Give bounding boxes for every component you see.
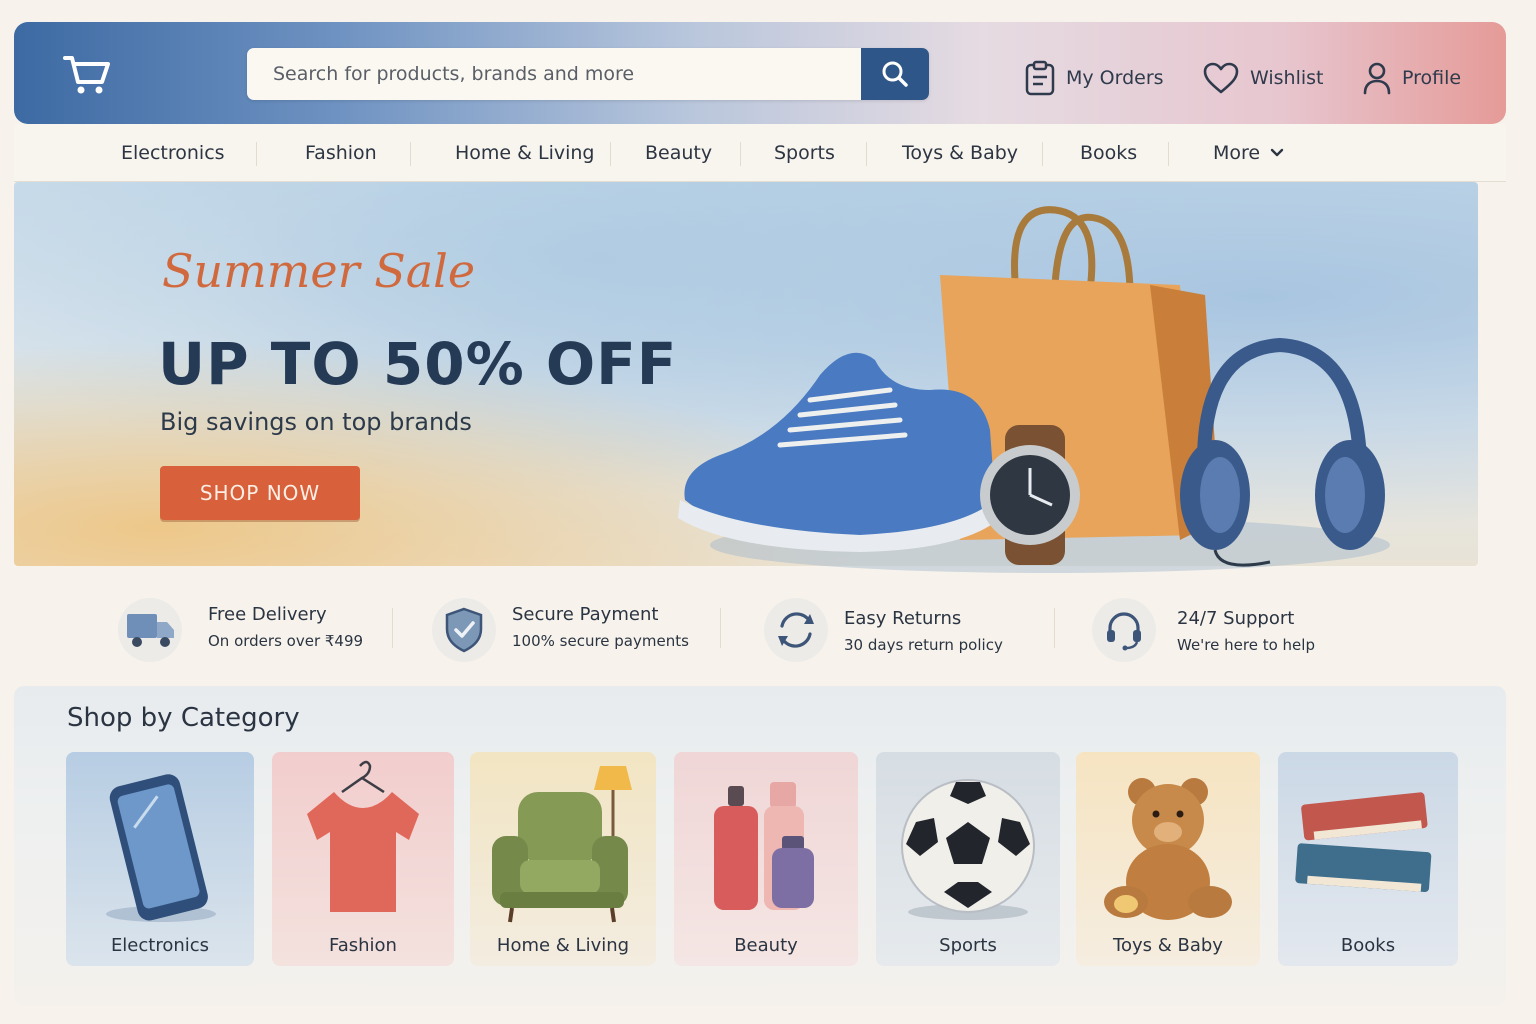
feature-easy-returns: Easy Returns 30 days return policy (764, 598, 1024, 662)
search-icon (882, 61, 908, 87)
feature-free-delivery: Free Delivery On orders over ₹499 (118, 598, 378, 662)
nav-divider (740, 142, 741, 166)
books-stack-icon (1295, 792, 1432, 893)
truck-icon (118, 598, 182, 662)
hero-subtitle: Big savings on top brands (160, 408, 472, 436)
feature-divider (392, 608, 393, 648)
soccer-ball-icon (901, 779, 1035, 920)
shield-check-icon (432, 598, 496, 662)
nav-divider (410, 142, 411, 166)
category-card-sports[interactable]: Sports (876, 752, 1060, 966)
search-input[interactable] (247, 48, 861, 100)
headset-icon (1092, 598, 1156, 662)
feature-title: Easy Returns (844, 608, 962, 629)
category-section-title: Shop by Category (67, 703, 300, 733)
nav-divider (256, 142, 257, 166)
nav-more-dropdown[interactable]: More (1213, 142, 1284, 164)
chevron-down-icon (1270, 148, 1284, 157)
nav-beauty[interactable]: Beauty (645, 142, 712, 164)
category-label: Books (1340, 935, 1396, 956)
nav-fashion[interactable]: Fashion (305, 142, 377, 164)
feature-divider (720, 608, 721, 648)
category-label: Sports (939, 935, 997, 956)
teddy-bear-icon (1104, 778, 1232, 920)
my-orders-label: My Orders (1066, 67, 1164, 89)
nav-divider (610, 142, 611, 166)
feature-divider (1054, 608, 1055, 648)
nav-home-living[interactable]: Home & Living (455, 142, 595, 164)
search-bar (247, 48, 929, 100)
hero-products-illustration (678, 206, 1390, 573)
feature-support: 24/7 Support We're here to help (1092, 598, 1352, 662)
nav-toys-baby[interactable]: Toys & Baby (902, 142, 1018, 164)
profile-link[interactable]: Profile (1362, 56, 1461, 100)
wishlist-link[interactable]: Wishlist (1202, 56, 1324, 100)
category-card-home-living[interactable]: Home & Living (470, 752, 656, 966)
search-button[interactable] (861, 48, 929, 100)
clipboard-icon (1025, 60, 1055, 96)
smartphone-icon (106, 774, 216, 922)
category-card-books[interactable]: Books (1278, 752, 1458, 966)
heart-icon (1203, 62, 1239, 94)
hero-title: UP TO 50% OFF (158, 330, 678, 398)
nav-sports[interactable]: Sports (774, 142, 835, 164)
category-card-electronics[interactable]: Electronics (66, 752, 254, 966)
nav-divider (866, 142, 867, 166)
nav-divider (1168, 142, 1169, 166)
nav-more-label: More (1213, 142, 1261, 164)
category-label: Fashion (329, 935, 397, 956)
category-label: Home & Living (496, 935, 630, 956)
feature-secure-payment: Secure Payment 100% secure payments (432, 598, 702, 662)
feature-title: Free Delivery (208, 604, 327, 625)
feature-subtitle: 30 days return policy (844, 636, 1003, 654)
armchair-icon (492, 766, 632, 923)
wishlist-label: Wishlist (1250, 67, 1324, 89)
category-label: Electronics (110, 935, 210, 956)
shop-now-button[interactable]: SHOP NOW (160, 466, 360, 520)
category-card-beauty[interactable]: Beauty (674, 752, 858, 966)
profile-label: Profile (1402, 67, 1462, 89)
tshirt-icon (307, 760, 419, 912)
my-orders-link[interactable]: My Orders (1024, 56, 1164, 100)
feature-subtitle: On orders over ₹499 (208, 632, 364, 650)
feature-title: 24/7 Support (1177, 608, 1295, 629)
return-arrows-icon (764, 598, 828, 662)
user-icon (1363, 62, 1391, 95)
category-label: Toys & Baby (1113, 935, 1223, 956)
cosmetics-bottles-icon (714, 782, 814, 910)
category-label: Beauty (734, 935, 798, 956)
category-card-toys-baby[interactable]: Toys & Baby (1076, 752, 1260, 966)
feature-title: Secure Payment (512, 604, 659, 625)
nav-electronics[interactable]: Electronics (121, 142, 225, 164)
feature-subtitle: We're here to help (1177, 636, 1315, 654)
feature-subtitle: 100% secure payments (512, 632, 689, 650)
cart-logo-icon[interactable] (62, 52, 112, 96)
category-card-fashion[interactable]: Fashion (272, 752, 454, 966)
nav-divider (1042, 142, 1043, 166)
hero-script-heading: Summer Sale (162, 244, 476, 298)
nav-books[interactable]: Books (1080, 142, 1137, 164)
